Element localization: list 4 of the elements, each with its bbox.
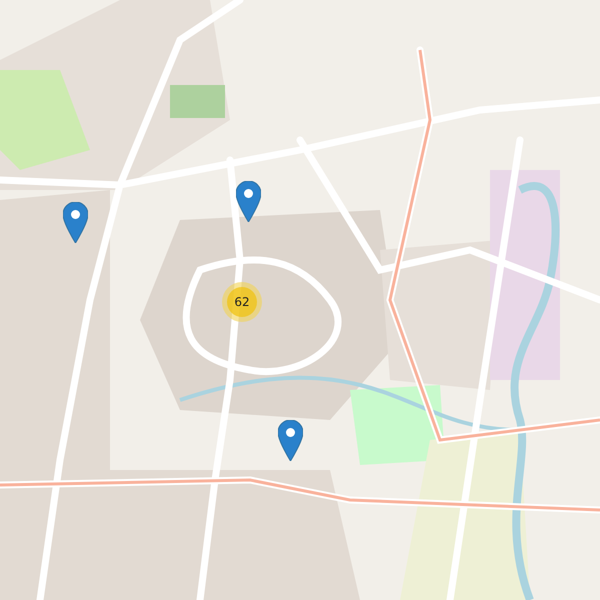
map-marker-icon[interactable] [236, 181, 260, 222]
map-marker-icon[interactable] [62, 202, 88, 243]
map-marker-icon[interactable] [278, 420, 302, 461]
marker-cluster[interactable]: 62 [222, 282, 262, 322]
